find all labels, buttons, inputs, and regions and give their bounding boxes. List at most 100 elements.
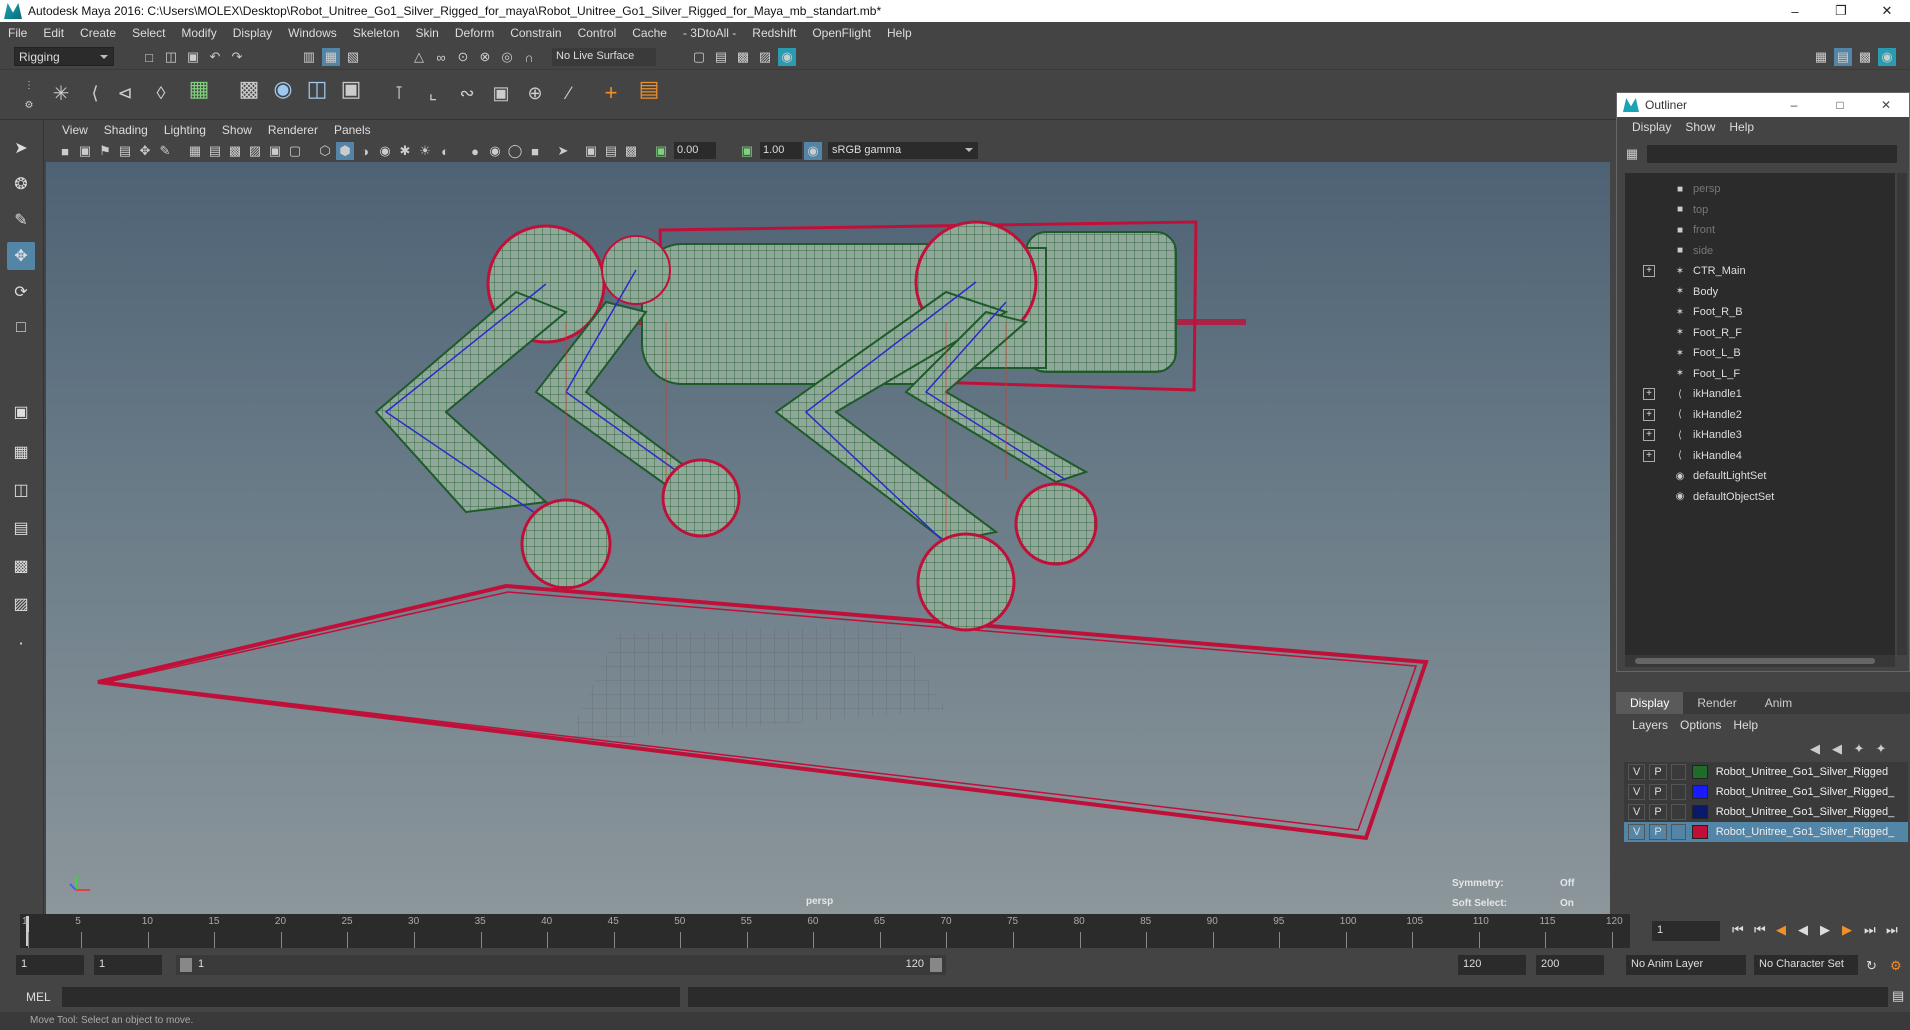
menu-display[interactable]: Display xyxy=(225,26,280,40)
locator-icon[interactable]: ▦ xyxy=(189,76,210,101)
outliner-search-input[interactable] xyxy=(1647,145,1897,163)
layer-menu-layers[interactable]: Layers xyxy=(1626,718,1674,732)
mel-label[interactable]: MEL xyxy=(26,990,51,1004)
menu-cache[interactable]: Cache xyxy=(624,26,675,40)
outliner-item[interactable]: + ⟨ ikHandle1 xyxy=(1625,384,1895,404)
menu-skin[interactable]: Skin xyxy=(408,26,447,40)
outliner-item[interactable]: + ⟨ ikHandle3 xyxy=(1625,425,1895,445)
ik-handle-tool-icon[interactable]: ⟨ xyxy=(86,83,104,103)
default-material-icon[interactable]: ◑ xyxy=(356,142,374,160)
script-editor-icon[interactable]: ▤ xyxy=(1892,988,1904,1004)
play-backwards-icon[interactable]: ◀ xyxy=(1798,922,1808,938)
film-gate-icon[interactable]: ▤ xyxy=(206,142,224,160)
restore-button[interactable]: ❐ xyxy=(1818,0,1864,22)
expand-icon[interactable]: + xyxy=(1643,408,1655,421)
color-space-dropdown[interactable]: sRGB gamma xyxy=(828,142,978,159)
image-plane-icon[interactable]: ▤ xyxy=(116,142,134,160)
side-by-side-layout-icon[interactable]: ◫ xyxy=(7,476,35,504)
select-component-icon[interactable]: ▧ xyxy=(344,48,362,66)
outliner-close-button[interactable]: ✕ xyxy=(1863,98,1909,112)
new-layer-from-selected-icon[interactable]: ✦ xyxy=(1872,740,1890,758)
layer-color-swatch[interactable] xyxy=(1692,825,1708,839)
viewport-menu-show[interactable]: Show xyxy=(214,123,260,137)
attribute-editor-toggle-icon[interactable]: ▩ xyxy=(1856,48,1874,66)
layer-tab-render[interactable]: Render xyxy=(1683,692,1750,714)
bind-skin-icon[interactable]: ◊ xyxy=(152,83,170,103)
hypershade-icon[interactable]: ▨ xyxy=(756,48,774,66)
menu-create[interactable]: Create xyxy=(72,26,124,40)
expand-icon[interactable]: + xyxy=(1643,265,1655,277)
current-frame-field[interactable]: 1 xyxy=(1652,921,1720,941)
scale-constraint-icon[interactable]: ▣ xyxy=(492,83,510,103)
menu-edit[interactable]: Edit xyxy=(35,26,72,40)
gamma-icon[interactable]: ▣ xyxy=(738,142,756,160)
parent-constraint-icon[interactable]: ⊕ xyxy=(526,83,544,103)
animation-end-field[interactable]: 200 xyxy=(1536,955,1604,975)
outliner-vertical-scrollbar[interactable] xyxy=(1897,173,1907,655)
persp-graph-layout-icon[interactable]: ▤ xyxy=(7,514,35,542)
outliner-item[interactable]: + ⟨ ikHandle4 xyxy=(1625,446,1895,466)
layer-visibility-toggle[interactable]: V xyxy=(1628,804,1646,820)
pole-vector-icon[interactable]: ∕ xyxy=(560,83,578,103)
move-layer-down-icon[interactable]: ◀ xyxy=(1828,740,1846,758)
snap-point-icon[interactable]: ⊙ xyxy=(454,48,472,66)
command-input[interactable] xyxy=(62,987,680,1007)
auto-key-icon[interactable]: ↻ xyxy=(1866,958,1877,974)
foot-control-r-f[interactable] xyxy=(1014,482,1098,566)
animation-start-field[interactable]: 1 xyxy=(16,955,84,975)
wireframe-icon[interactable]: ⬡ xyxy=(316,142,334,160)
menu-windows[interactable]: Windows xyxy=(280,26,345,40)
close-button[interactable]: ✕ xyxy=(1864,0,1910,22)
workspace-icon[interactable]: ▦ xyxy=(1812,48,1830,66)
layer-tab-anim[interactable]: Anim xyxy=(1751,692,1806,714)
playback-end-field[interactable]: 120 xyxy=(1458,955,1526,975)
depth-of-field-icon[interactable]: ■ xyxy=(526,142,544,160)
menu-skeleton[interactable]: Skeleton xyxy=(345,26,408,40)
outliner-item[interactable]: ✶ Foot_R_B xyxy=(1625,302,1895,322)
aim-constraint-icon[interactable]: ∾ xyxy=(458,83,476,103)
3d-viewport[interactable]: persp Symmetry: Off Soft Select: On xyxy=(46,162,1610,914)
layer-visibility-toggle[interactable]: V xyxy=(1628,784,1646,800)
menu-help[interactable]: Help xyxy=(879,26,920,40)
playback-start-field[interactable]: 1 xyxy=(94,955,162,975)
outliner-menu-help[interactable]: Help xyxy=(1722,120,1761,134)
outliner-item[interactable]: ✶ Foot_R_F xyxy=(1625,323,1895,343)
gate-mask-icon[interactable]: ▨ xyxy=(246,142,264,160)
snap-surface-icon[interactable]: ◎ xyxy=(498,48,516,66)
layer-display-type-toggle[interactable] xyxy=(1670,764,1687,780)
layer-playback-toggle[interactable]: P xyxy=(1649,784,1667,800)
time-slider[interactable]: 1 5 10 15 20 25 30 35 40 45 50 55 60 65 70 75 80 85 90 95 10… xyxy=(20,914,1630,948)
viewport-menu-panels[interactable]: Panels xyxy=(326,123,379,137)
outliner-item[interactable]: + ⟨ ikHandle2 xyxy=(1625,405,1895,425)
character-set-dropdown[interactable]: No Character Set xyxy=(1754,955,1858,975)
exposure-field[interactable]: 0.00 xyxy=(674,142,716,159)
menu-3dtoall[interactable]: - 3DtoAll - xyxy=(675,26,744,40)
menu-openflight[interactable]: OpenFlight xyxy=(804,26,879,40)
new-scene-icon[interactable]: □ xyxy=(140,48,158,66)
persp-outliner-layout-icon[interactable]: ▩ xyxy=(7,552,35,580)
layer-row[interactable]: V P Robot_Unitree_Go1_Silver_Rigged xyxy=(1624,762,1908,782)
menu-constrain[interactable]: Constrain xyxy=(502,26,569,40)
layer-tab-display[interactable]: Display xyxy=(1616,692,1684,714)
tool-settings-toggle-icon[interactable]: ◉ xyxy=(1878,48,1896,66)
layer-menu-options[interactable]: Options xyxy=(1674,718,1727,732)
step-back-frame-icon[interactable]: ◀ xyxy=(1776,922,1786,938)
menu-redshift[interactable]: Redshift xyxy=(744,26,804,40)
shelf-menu-icon[interactable]: ⋮ xyxy=(20,76,38,94)
go-to-end-icon[interactable]: ⏭ xyxy=(1886,922,1898,938)
single-view-layout-icon[interactable]: ▣ xyxy=(7,398,35,426)
layer-visibility-toggle[interactable]: V xyxy=(1628,764,1646,780)
save-scene-icon[interactable]: ▣ xyxy=(184,48,202,66)
wireframe-on-shaded-icon[interactable]: ◉ xyxy=(376,142,394,160)
blend-shape-icon[interactable]: ▣ xyxy=(341,76,362,101)
outliner-item[interactable]: ✶ Body xyxy=(1625,282,1895,302)
xray-icon[interactable]: ▣ xyxy=(582,142,600,160)
go-to-start-icon[interactable]: ⏮ xyxy=(1732,922,1744,938)
motion-blur-icon[interactable]: ◉ xyxy=(486,142,504,160)
joint-tool-icon[interactable]: ✳ xyxy=(52,83,70,105)
open-scene-icon[interactable]: ◫ xyxy=(162,48,180,66)
isolate-select-icon[interactable]: ➤ xyxy=(554,142,572,160)
step-forward-key-icon[interactable]: ⏭ xyxy=(1864,922,1876,938)
field-chart-icon[interactable]: ▣ xyxy=(266,142,284,160)
layer-row[interactable]: V P Robot_Unitree_Go1_Silver_Rigged_ xyxy=(1624,782,1908,802)
